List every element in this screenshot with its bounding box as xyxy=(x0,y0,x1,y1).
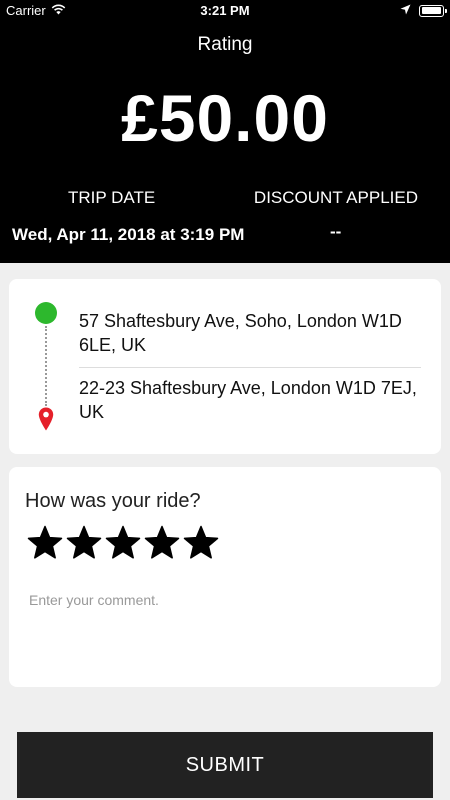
route-card: 57 Shaftesbury Ave, Soho, London W1D 6LE… xyxy=(9,279,441,454)
dropoff-pin-icon xyxy=(38,407,54,431)
star-3-icon[interactable] xyxy=(105,525,141,561)
pickup-marker-icon xyxy=(35,302,57,324)
star-rating xyxy=(27,525,219,561)
discount-value: -- xyxy=(330,222,342,241)
fare-amount: £50.00 xyxy=(121,81,329,155)
status-bar: Carrier 3:21 PM xyxy=(0,0,450,22)
comment-input[interactable] xyxy=(29,592,424,667)
route-line xyxy=(45,326,47,406)
discount-label: DISCOUNT APPLIED xyxy=(253,188,418,207)
battery-icon xyxy=(419,4,447,17)
trip-date-label: TRIP DATE xyxy=(68,188,156,207)
rating-card: How was your ride? xyxy=(9,467,441,687)
rating-screen: Carrier 3:21 PM Rating £50.00 TRIP DATE … xyxy=(0,0,450,800)
pickup-address: 57 Shaftesbury Ave, Soho, London W1D 6LE… xyxy=(79,311,402,355)
star-5-icon[interactable] xyxy=(183,525,219,561)
star-1-icon[interactable] xyxy=(27,525,63,561)
location-arrow-icon xyxy=(400,3,411,18)
status-time: 3:21 PM xyxy=(200,3,250,18)
status-right xyxy=(400,3,447,18)
trip-date-value: Wed, Apr 11, 2018 at 3:19 PM xyxy=(12,225,245,244)
address-divider xyxy=(79,367,421,368)
page-title: Rating xyxy=(197,34,253,55)
dropoff-address: 22-23 Shaftesbury Ave, London W1D 7EJ, U… xyxy=(79,378,417,422)
header: Carrier 3:21 PM Rating £50.00 TRIP DATE … xyxy=(0,0,450,263)
submit-button[interactable]: SUBMIT xyxy=(17,732,433,798)
star-2-icon[interactable] xyxy=(66,525,102,561)
star-4-icon[interactable] xyxy=(144,525,180,561)
rating-question: How was your ride? xyxy=(25,490,201,512)
